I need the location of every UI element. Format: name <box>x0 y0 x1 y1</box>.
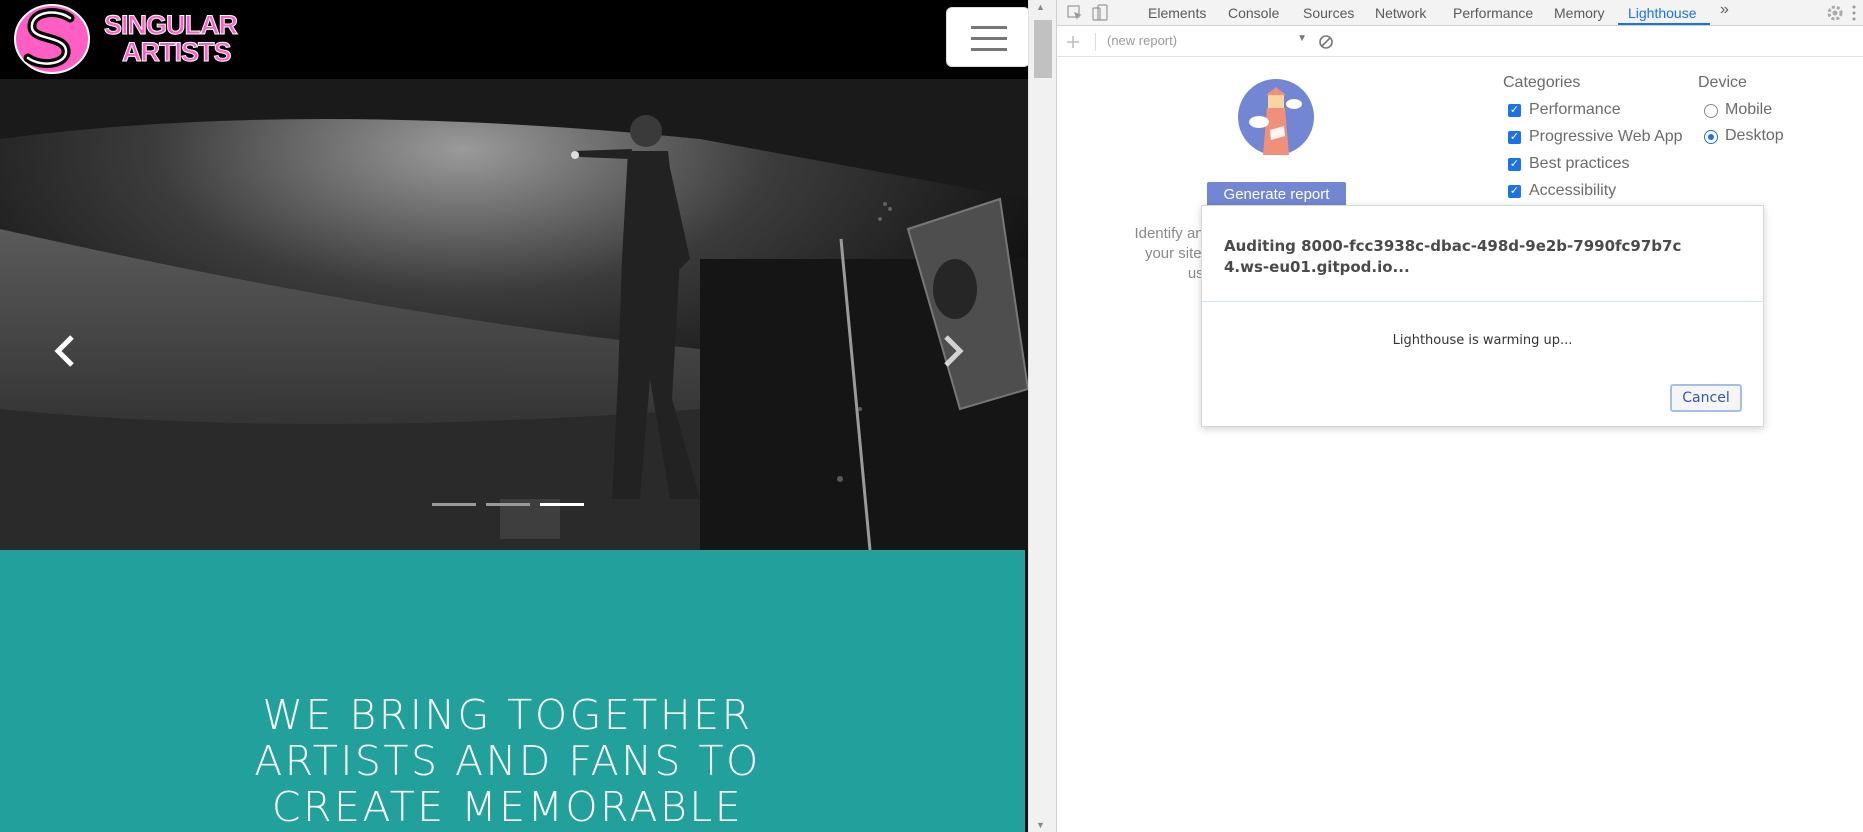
device-label: Desktop <box>1725 127 1784 144</box>
device-heading: Device <box>1698 74 1747 91</box>
inspect-cursor-icon <box>1067 5 1082 20</box>
logo-line-2: ARTISTS <box>122 37 233 67</box>
new-report-button[interactable] <box>1063 32 1083 52</box>
lighthouse-toolbar: (new report) ▼ <box>1057 27 1863 57</box>
lighthouse-description: Identify and your site's use <box>1107 224 1212 284</box>
chevron-left-icon <box>54 335 74 367</box>
device-mode-icon <box>1092 4 1108 21</box>
auditing-dialog-title: Auditing 8000-fcc3938c-dbac-498d-9e2b-79… <box>1224 237 1682 276</box>
more-tabs-button[interactable]: » <box>1720 1 1729 19</box>
category-label: Best practices <box>1529 155 1630 172</box>
gear-icon <box>1827 5 1843 21</box>
scrollbar-thumb[interactable] <box>1034 20 1052 78</box>
logo-line-1: SINGULAR <box>104 10 239 40</box>
device-label: Mobile <box>1725 101 1773 118</box>
tab-sources[interactable]: Sources <box>1303 5 1354 21</box>
customize-menu-button[interactable] <box>1848 3 1860 23</box>
checkbox-checked-icon: ✓ <box>1508 104 1521 117</box>
carousel-next-button[interactable] <box>934 333 970 369</box>
dialog-divider <box>1202 301 1763 302</box>
category-label: Performance <box>1529 101 1621 118</box>
tab-network[interactable]: Network <box>1375 5 1426 21</box>
checkbox-checked-icon: ✓ <box>1508 131 1521 144</box>
tab-memory[interactable]: Memory <box>1554 5 1605 21</box>
categories-heading: Categories <box>1503 74 1581 91</box>
description-line: your site's <box>1144 245 1212 262</box>
carousel-indicator-2[interactable] <box>486 503 530 506</box>
plus-icon <box>1067 36 1079 48</box>
site-header: SINGULAR ARTISTS <box>0 0 1028 79</box>
device-toolbar-button[interactable] <box>1090 3 1110 23</box>
dropdown-caret-icon: ▼ <box>1297 33 1307 44</box>
vertical-dots-icon <box>1852 5 1856 21</box>
hamburger-menu-button[interactable] <box>946 7 1028 67</box>
toolbar-divider <box>1095 33 1096 51</box>
carousel-indicator-1[interactable] <box>432 503 476 506</box>
report-select-value: (new report) <box>1107 33 1178 48</box>
radio-selected-icon <box>1704 130 1718 144</box>
audit-status-text: Lighthouse is warming up... <box>1392 333 1573 348</box>
chevron-right-icon <box>944 335 964 367</box>
website-viewport: SINGULAR ARTISTS WE BRING TOGETHER ARTIS… <box>0 0 1028 832</box>
settings-button[interactable] <box>1825 3 1845 23</box>
concert-photo <box>0 79 1028 550</box>
active-tab-indicator <box>1618 23 1710 25</box>
intro-heading: WE BRING TOGETHER ARTISTS AND FANS TO CR… <box>0 692 1015 830</box>
site-logo[interactable]: SINGULAR ARTISTS <box>12 2 239 76</box>
category-label: Accessibility <box>1529 182 1617 199</box>
hero-carousel <box>0 79 1028 550</box>
cancel-button[interactable]: Cancel <box>1670 384 1742 412</box>
scroll-up-arrow-icon[interactable]: ▲ <box>1036 2 1045 12</box>
radio-unselected-icon <box>1704 104 1718 118</box>
scroll-down-arrow-icon[interactable]: ▼ <box>1036 820 1045 830</box>
checkbox-checked-icon: ✓ <box>1508 185 1521 198</box>
tab-console[interactable]: Console <box>1228 5 1279 21</box>
checkbox-checked-icon: ✓ <box>1508 158 1521 171</box>
singular-artists-logo-mark <box>14 4 90 74</box>
logo-wordmark: SINGULAR ARTISTS <box>104 10 239 67</box>
intro-heading-line: CREATE MEMORABLE <box>271 783 744 831</box>
intro-heading-line: ARTISTS AND FANS TO <box>254 737 761 785</box>
lighthouse-start-view: Generate report Identify and your site's… <box>1057 58 1863 832</box>
intro-heading-line: WE BRING TOGETHER <box>262 691 753 739</box>
description-line: Identify and <box>1134 225 1212 242</box>
inspect-element-button[interactable] <box>1065 3 1085 23</box>
description-line: use <box>1187 265 1212 282</box>
carousel-prev-button[interactable] <box>48 333 84 369</box>
auditing-dialog: Auditing 8000-fcc3938c-dbac-498d-9e2b-79… <box>1201 205 1764 427</box>
page-scrollbar[interactable]: ▲ ▼ <box>1028 0 1056 832</box>
tab-lighthouse[interactable]: Lighthouse <box>1628 5 1697 21</box>
tab-elements[interactable]: Elements <box>1148 5 1206 21</box>
category-label: Progressive Web App <box>1529 128 1683 145</box>
intro-section: WE BRING TOGETHER ARTISTS AND FANS TO CR… <box>0 550 1025 832</box>
double-chevron-right-icon: » <box>1720 1 1729 18</box>
carousel-indicator-3[interactable] <box>540 503 584 506</box>
report-select[interactable]: (new report) ▼ <box>1107 33 1307 51</box>
lighthouse-logo-icon <box>1238 79 1314 155</box>
clear-reports-button[interactable] <box>1316 32 1336 52</box>
devtools-tabbar: Elements Console Sources Network Perform… <box>1057 0 1863 26</box>
tab-performance[interactable]: Performance <box>1453 5 1533 21</box>
block-icon <box>1319 35 1333 49</box>
